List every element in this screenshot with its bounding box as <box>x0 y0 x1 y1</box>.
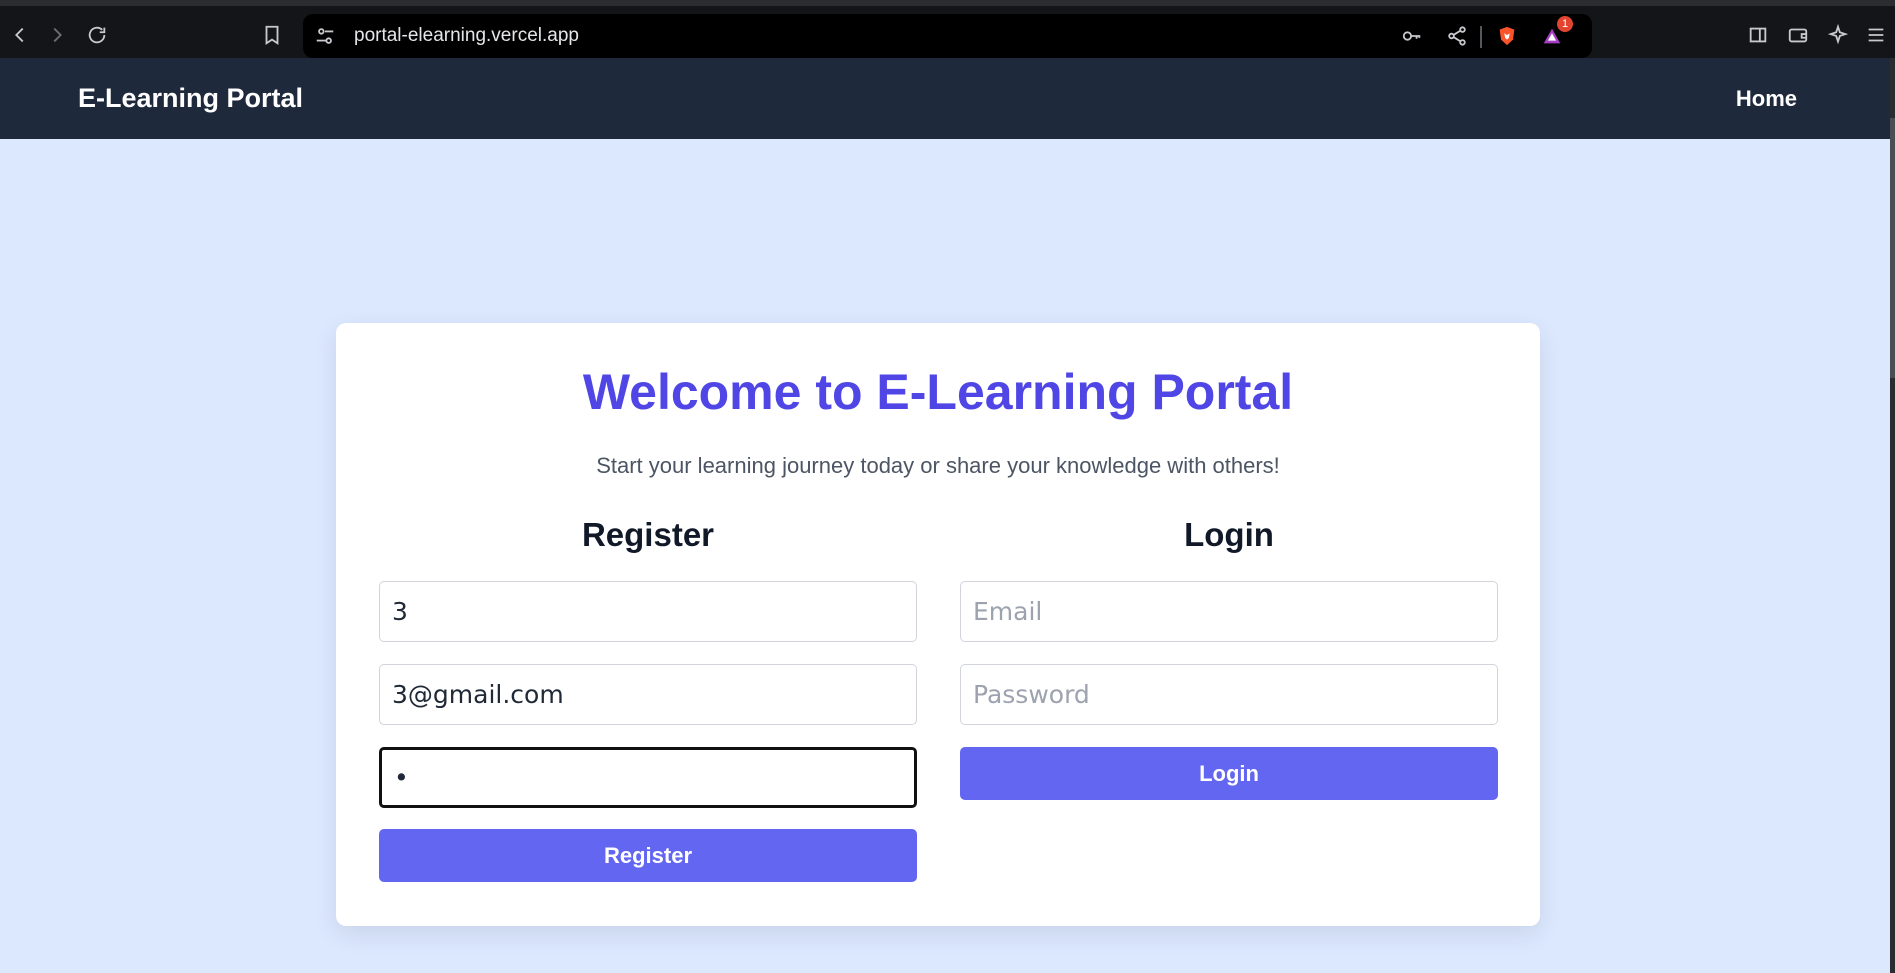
wallet-icon[interactable] <box>1778 12 1818 58</box>
page-title: Welcome to E-Learning Portal <box>582 364 1294 420</box>
register-button[interactable]: Register <box>379 829 917 882</box>
brand-logo-text[interactable]: E-Learning Portal <box>78 58 303 139</box>
login-heading: Login <box>1184 516 1274 553</box>
login-email-input[interactable] <box>960 581 1498 642</box>
address-bar[interactable]: portal-elearning.vercel.app 1 <box>303 14 1592 58</box>
login-button[interactable]: Login <box>960 747 1498 800</box>
site-navbar: E-Learning Portal Home <box>0 58 1890 139</box>
site-settings-icon[interactable] <box>307 14 343 58</box>
bookmark-icon[interactable] <box>252 12 292 58</box>
page-subtitle: Start your learning journey today or sha… <box>596 453 1280 478</box>
nav-home-link[interactable]: Home <box>1736 58 1797 139</box>
url-text[interactable]: portal-elearning.vercel.app <box>354 14 579 58</box>
scrollbar-thumb[interactable] <box>1890 118 1895 378</box>
key-icon[interactable] <box>1394 14 1430 58</box>
register-name-input[interactable] <box>379 581 917 642</box>
share-icon[interactable] <box>1439 14 1475 58</box>
toolbar-divider <box>1480 26 1482 48</box>
brave-rewards-icon[interactable]: 1 <box>1534 14 1573 58</box>
sidebar-icon[interactable] <box>1738 12 1778 58</box>
menu-icon[interactable] <box>1856 12 1895 58</box>
login-password-input[interactable] <box>960 664 1498 725</box>
browser-toolbar: portal-elearning.vercel.app 1 <box>0 0 1895 58</box>
leo-ai-icon[interactable] <box>1818 12 1858 58</box>
register-password-input[interactable] <box>379 747 917 808</box>
page-scrollbar[interactable] <box>1890 58 1895 973</box>
forward-icon[interactable] <box>37 12 77 58</box>
brave-shields-icon[interactable] <box>1489 14 1525 58</box>
reload-icon[interactable] <box>77 12 117 58</box>
register-email-input[interactable] <box>379 664 917 725</box>
back-icon[interactable] <box>0 12 40 58</box>
auth-card: Welcome to E-Learning Portal Start your … <box>336 323 1540 926</box>
register-heading: Register <box>581 516 715 553</box>
notification-badge: 1 <box>1557 16 1573 32</box>
